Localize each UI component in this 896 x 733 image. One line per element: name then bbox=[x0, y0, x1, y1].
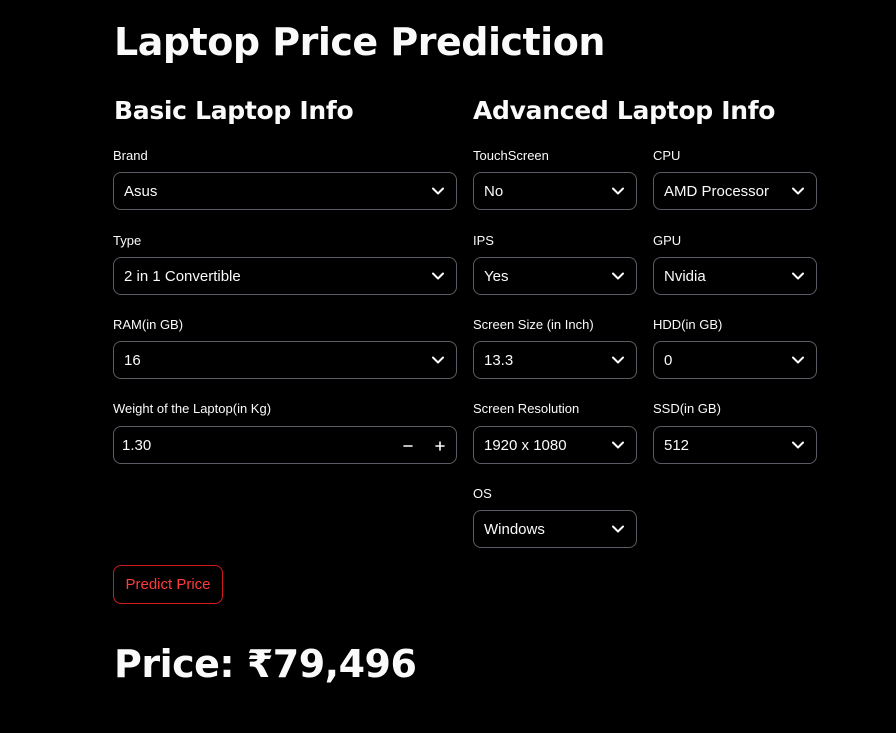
chevron-down-icon bbox=[430, 268, 446, 284]
ips-label: IPS bbox=[473, 233, 494, 248]
cpu-select[interactable]: AMD Processor bbox=[653, 172, 817, 210]
brand-label: Brand bbox=[113, 148, 148, 163]
gpu-label: GPU bbox=[653, 233, 682, 248]
weight-decrement-button[interactable] bbox=[392, 427, 424, 463]
type-value: 2 in 1 Convertible bbox=[124, 267, 241, 285]
chevron-down-icon bbox=[790, 183, 806, 199]
resolution-value: 1920 x 1080 bbox=[484, 436, 567, 454]
weight-number-input[interactable]: 1.30 bbox=[113, 426, 457, 464]
chevron-down-icon bbox=[430, 183, 446, 199]
ssd-value: 512 bbox=[664, 436, 690, 454]
chevron-down-icon bbox=[610, 437, 626, 453]
ips-select[interactable]: Yes bbox=[473, 257, 637, 295]
chevron-down-icon bbox=[790, 268, 806, 284]
chevron-down-icon bbox=[610, 183, 626, 199]
brand-value: Asus bbox=[124, 182, 158, 200]
os-select[interactable]: Windows bbox=[473, 510, 637, 548]
touchscreen-value: No bbox=[484, 182, 504, 200]
hdd-select[interactable]: 0 bbox=[653, 341, 817, 379]
screen-size-label: Screen Size (in Inch) bbox=[473, 317, 594, 332]
hdd-label: HDD(in GB) bbox=[653, 317, 723, 332]
chevron-down-icon bbox=[610, 521, 626, 537]
os-label: OS bbox=[473, 486, 492, 501]
os-value: Windows bbox=[484, 520, 545, 538]
touchscreen-label: TouchScreen bbox=[473, 148, 549, 163]
ssd-select[interactable]: 512 bbox=[653, 426, 817, 464]
minus-icon bbox=[403, 436, 413, 455]
chevron-down-icon bbox=[610, 268, 626, 284]
advanced-info-heading: Advanced Laptop Info bbox=[473, 96, 776, 125]
weight-label: Weight of the Laptop(in Kg) bbox=[113, 401, 272, 416]
screen-size-select[interactable]: 13.3 bbox=[473, 341, 637, 379]
ram-label: RAM(in GB) bbox=[113, 317, 184, 332]
basic-info-heading: Basic Laptop Info bbox=[114, 96, 354, 125]
hdd-value: 0 bbox=[664, 351, 673, 369]
gpu-select[interactable]: Nvidia bbox=[653, 257, 817, 295]
price-result: Price: ₹79,496 bbox=[114, 642, 417, 686]
type-select[interactable]: 2 in 1 Convertible bbox=[113, 257, 457, 295]
plus-icon bbox=[435, 436, 445, 455]
weight-value[interactable]: 1.30 bbox=[122, 437, 392, 454]
weight-increment-button[interactable] bbox=[424, 427, 456, 463]
touchscreen-select[interactable]: No bbox=[473, 172, 637, 210]
chevron-down-icon bbox=[790, 437, 806, 453]
ips-value: Yes bbox=[484, 267, 509, 285]
chevron-down-icon bbox=[790, 352, 806, 368]
predict-price-button[interactable]: Predict Price bbox=[113, 565, 223, 604]
chevron-down-icon bbox=[610, 352, 626, 368]
page-title: Laptop Price Prediction bbox=[114, 20, 605, 64]
app-page: Laptop Price Prediction Basic Laptop Inf… bbox=[0, 0, 896, 733]
chevron-down-icon bbox=[430, 352, 446, 368]
ram-select[interactable]: 16 bbox=[113, 341, 457, 379]
ssd-label: SSD(in GB) bbox=[653, 401, 721, 416]
cpu-label: CPU bbox=[653, 148, 681, 163]
type-label: Type bbox=[113, 233, 142, 248]
ram-value: 16 bbox=[124, 351, 141, 369]
resolution-label: Screen Resolution bbox=[473, 401, 580, 416]
cpu-value: AMD Processor bbox=[664, 182, 770, 200]
screen-size-value: 13.3 bbox=[484, 351, 514, 369]
resolution-select[interactable]: 1920 x 1080 bbox=[473, 426, 637, 464]
brand-select[interactable]: Asus bbox=[113, 172, 457, 210]
gpu-value: Nvidia bbox=[664, 267, 706, 285]
